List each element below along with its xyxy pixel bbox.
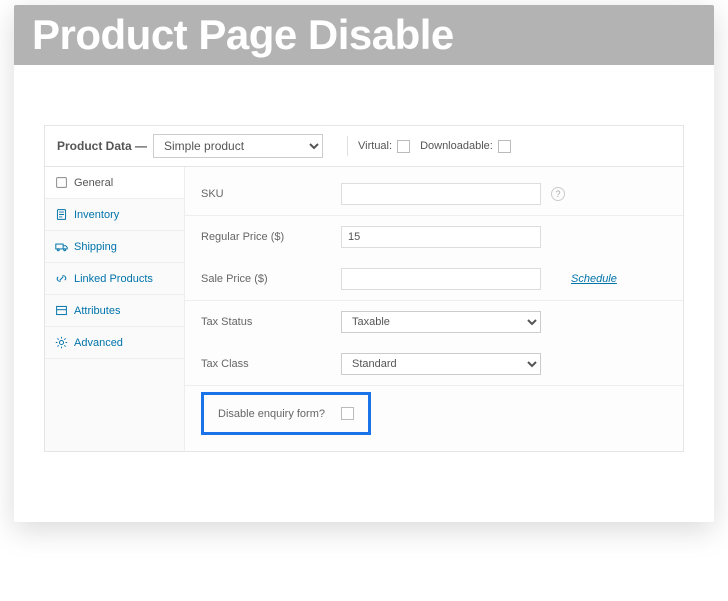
wrench-icon — [55, 176, 68, 189]
virtual-label-text: Virtual: — [358, 140, 392, 152]
clipboard-icon — [55, 208, 68, 221]
tax-status-select[interactable]: Taxable — [341, 311, 541, 333]
regular-price-input[interactable] — [341, 226, 541, 248]
separator — [347, 136, 348, 156]
disable-enquiry-checkbox[interactable] — [341, 407, 354, 420]
downloadable-checkbox-label[interactable]: Downloadable: — [420, 140, 511, 153]
fields-area: SKU ? Regular Price ($) Sale Price ( — [185, 167, 683, 451]
tax-class-label: Tax Class — [201, 358, 341, 370]
product-type-select[interactable]: Simple product — [153, 134, 323, 158]
sale-price-label: Sale Price ($) — [201, 273, 341, 285]
tab-attributes[interactable]: Attributes — [45, 295, 184, 327]
downloadable-label-text: Downloadable: — [420, 140, 493, 152]
panel-body: General Inventory Shipping — [45, 167, 683, 451]
content-area: Product Data — Simple product Virtual: D… — [14, 65, 714, 522]
tab-advanced[interactable]: Advanced — [45, 327, 184, 359]
tax-status-row: Tax Status Taxable — [185, 301, 683, 343]
tab-shipping-label: Shipping — [74, 241, 117, 253]
downloadable-checkbox[interactable] — [498, 140, 511, 153]
tax-class-select[interactable]: Standard — [341, 353, 541, 375]
tab-general[interactable]: General — [45, 167, 184, 199]
product-data-panel: Product Data — Simple product Virtual: D… — [44, 125, 684, 452]
virtual-checkbox-label[interactable]: Virtual: — [358, 140, 410, 153]
regular-price-label: Regular Price ($) — [201, 231, 341, 243]
tab-inventory[interactable]: Inventory — [45, 199, 184, 231]
virtual-checkbox[interactable] — [397, 140, 410, 153]
tab-inventory-label: Inventory — [74, 209, 119, 221]
help-icon[interactable]: ? — [551, 187, 565, 201]
disable-enquiry-highlight: Disable enquiry form? — [201, 392, 371, 435]
sku-row: SKU ? — [185, 173, 683, 216]
product-data-label: Product Data — — [57, 139, 147, 153]
tab-advanced-label: Advanced — [74, 337, 123, 349]
side-tabs: General Inventory Shipping — [45, 167, 185, 451]
link-icon — [55, 272, 68, 285]
disable-enquiry-label: Disable enquiry form? — [218, 408, 325, 420]
tax-status-label: Tax Status — [201, 316, 341, 328]
tab-linked-products[interactable]: Linked Products — [45, 263, 184, 295]
tab-linked-label: Linked Products — [74, 273, 153, 285]
tax-class-row: Tax Class Standard — [185, 343, 683, 386]
gear-icon — [55, 336, 68, 349]
tab-general-label: General — [74, 177, 113, 189]
header-banner: Product Page Disable — [14, 5, 714, 65]
list-icon — [55, 304, 68, 317]
schedule-link[interactable]: Schedule — [571, 273, 617, 285]
sale-price-row: Sale Price ($) Schedule — [185, 258, 683, 301]
window-container: Product Page Disable Product Data — Simp… — [14, 5, 714, 522]
panel-header: Product Data — Simple product Virtual: D… — [45, 126, 683, 167]
banner-title: Product Page Disable — [32, 11, 454, 58]
tab-attributes-label: Attributes — [74, 305, 120, 317]
sku-input[interactable] — [341, 183, 541, 205]
tab-shipping[interactable]: Shipping — [45, 231, 184, 263]
truck-icon — [55, 240, 68, 253]
sale-price-input[interactable] — [341, 268, 541, 290]
regular-price-row: Regular Price ($) — [185, 216, 683, 258]
sku-label: SKU — [201, 188, 341, 200]
